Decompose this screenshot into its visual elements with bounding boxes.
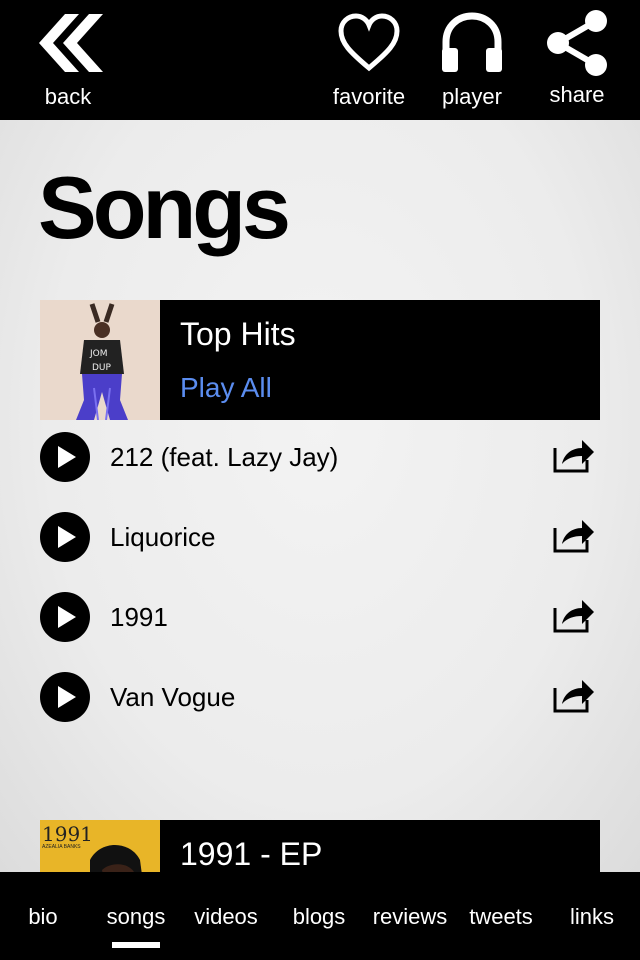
album-art: 1991 AZEALIA BANKS bbox=[40, 820, 160, 872]
play-icon bbox=[58, 446, 76, 468]
active-tab-indicator bbox=[112, 942, 160, 948]
track-title: Liquorice bbox=[110, 522, 216, 552]
album-art-subtitle: AZEALIA BANKS bbox=[42, 844, 81, 850]
track-title: 212 (feat. Lazy Jay) bbox=[110, 442, 339, 472]
track-title: 1991 bbox=[110, 602, 168, 632]
tab-videos[interactable]: videos bbox=[184, 872, 268, 960]
player-label: player bbox=[442, 84, 502, 109]
tab-label: songs bbox=[106, 904, 166, 929]
favorite-button[interactable]: favorite bbox=[326, 0, 412, 120]
back-button[interactable]: back bbox=[20, 0, 116, 120]
back-label: back bbox=[44, 84, 92, 109]
play-button[interactable] bbox=[40, 592, 90, 642]
player-button[interactable]: player bbox=[432, 0, 512, 120]
svg-text:DUP: DUP bbox=[92, 363, 112, 373]
tab-label: bio bbox=[28, 904, 58, 929]
tab-label: videos bbox=[194, 904, 258, 929]
tab-bio[interactable]: bio bbox=[14, 872, 72, 960]
heart-icon bbox=[338, 13, 400, 72]
page-title: Songs bbox=[38, 158, 291, 257]
album-header-top-hits[interactable]: JOM DUP Top Hits Play All bbox=[40, 300, 600, 420]
track-row[interactable]: Liquorice bbox=[40, 508, 600, 564]
share-arrow-icon[interactable] bbox=[552, 514, 596, 554]
tab-tweets[interactable]: tweets bbox=[462, 872, 540, 960]
top-bar: back favorite player share bbox=[0, 0, 640, 120]
play-icon bbox=[58, 606, 76, 628]
headphones-icon bbox=[442, 12, 502, 72]
play-all-button[interactable]: Play All bbox=[180, 372, 272, 404]
album-name: Top Hits bbox=[180, 316, 296, 352]
track-row[interactable]: Van Vogue bbox=[40, 668, 600, 724]
share-label: share bbox=[549, 82, 605, 107]
double-chevron-left-icon bbox=[39, 14, 103, 72]
share-arrow-icon[interactable] bbox=[552, 434, 596, 474]
tab-label: tweets bbox=[469, 904, 533, 929]
play-button[interactable] bbox=[40, 672, 90, 722]
share-arrow-icon[interactable] bbox=[552, 594, 596, 634]
tab-label: blogs bbox=[292, 904, 346, 929]
album-art: JOM DUP bbox=[40, 300, 160, 420]
tab-label: reviews bbox=[372, 904, 448, 929]
tab-links[interactable]: links bbox=[556, 872, 628, 960]
bottom-nav: bio songs videos blogs reviews tweets li… bbox=[0, 872, 640, 960]
share-icon bbox=[547, 10, 607, 76]
play-button[interactable] bbox=[40, 512, 90, 562]
play-button[interactable] bbox=[40, 432, 90, 482]
play-icon bbox=[58, 686, 76, 708]
content-area[interactable]: Songs JOM DUP Top Hits Play All 212 (fea… bbox=[0, 120, 640, 872]
play-icon bbox=[58, 526, 76, 548]
share-button[interactable]: share bbox=[536, 0, 618, 120]
tab-reviews[interactable]: reviews bbox=[364, 872, 456, 960]
svg-text:JOM: JOM bbox=[89, 349, 108, 359]
favorite-label: favorite bbox=[332, 84, 406, 109]
tab-label: links bbox=[569, 904, 614, 929]
track-title: Van Vogue bbox=[110, 682, 236, 712]
share-arrow-icon[interactable] bbox=[552, 674, 596, 714]
album-art-title: 1991 bbox=[42, 822, 93, 846]
album-name: 1991 - EP bbox=[180, 836, 323, 872]
track-row[interactable]: 1991 bbox=[40, 588, 600, 644]
track-row[interactable]: 212 (feat. Lazy Jay) bbox=[40, 428, 600, 484]
tab-blogs[interactable]: blogs bbox=[280, 872, 358, 960]
album-header-1991-ep[interactable]: 1991 AZEALIA BANKS 1991 - EP bbox=[40, 820, 600, 872]
